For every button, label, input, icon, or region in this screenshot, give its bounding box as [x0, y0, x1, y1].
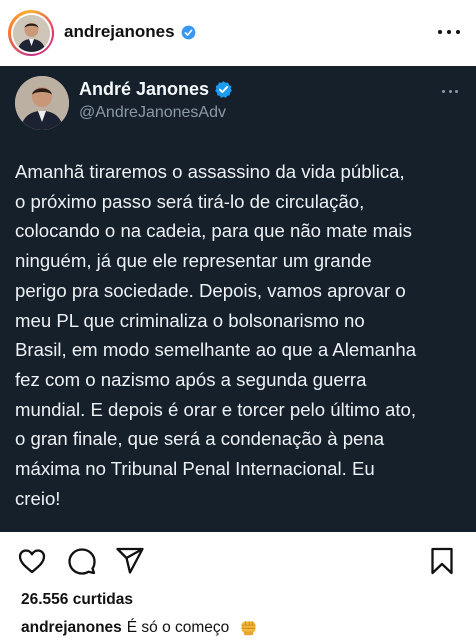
post-caption: andrejanones É só o começo — [21, 619, 258, 637]
caption-text: É só o começo — [126, 619, 230, 636]
more-horizontal-icon[interactable] — [438, 22, 460, 42]
tweet-card: André Janones @AndreJanonesAdv Amanhã ti… — [0, 66, 476, 532]
tweet-author-handle: @AndreJanonesAdv — [79, 104, 226, 121]
post-actions — [0, 540, 476, 580]
post-header: andrejanones — [0, 0, 476, 66]
tweet-author-name-text: André Janones — [79, 79, 210, 99]
comment-icon[interactable] — [67, 546, 97, 576]
avatar-portrait — [12, 14, 50, 52]
avatar[interactable] — [12, 14, 50, 52]
caption-username[interactable]: andrejanones — [21, 619, 122, 636]
username-text[interactable]: andrejanones — [64, 22, 175, 42]
bookmark-icon[interactable] — [427, 546, 457, 576]
tweet-author-name: André Janones — [79, 79, 233, 100]
tweet-more-icon — [442, 88, 458, 94]
oncoming-fist-icon — [241, 621, 256, 636]
tweet-avatar-portrait — [15, 76, 69, 130]
tweet-text: Amanhã tiraremos o assassino da vida púb… — [15, 161, 417, 509]
verified-badge-icon — [215, 81, 232, 98]
send-icon[interactable] — [115, 546, 145, 576]
post-username[interactable]: andrejanones — [64, 22, 196, 42]
verified-badge-icon — [181, 25, 195, 39]
heart-icon[interactable] — [17, 546, 47, 576]
story-ring[interactable] — [8, 10, 54, 56]
tweet-avatar — [15, 76, 69, 130]
likes-count[interactable]: 26.556 curtidas — [21, 591, 133, 609]
